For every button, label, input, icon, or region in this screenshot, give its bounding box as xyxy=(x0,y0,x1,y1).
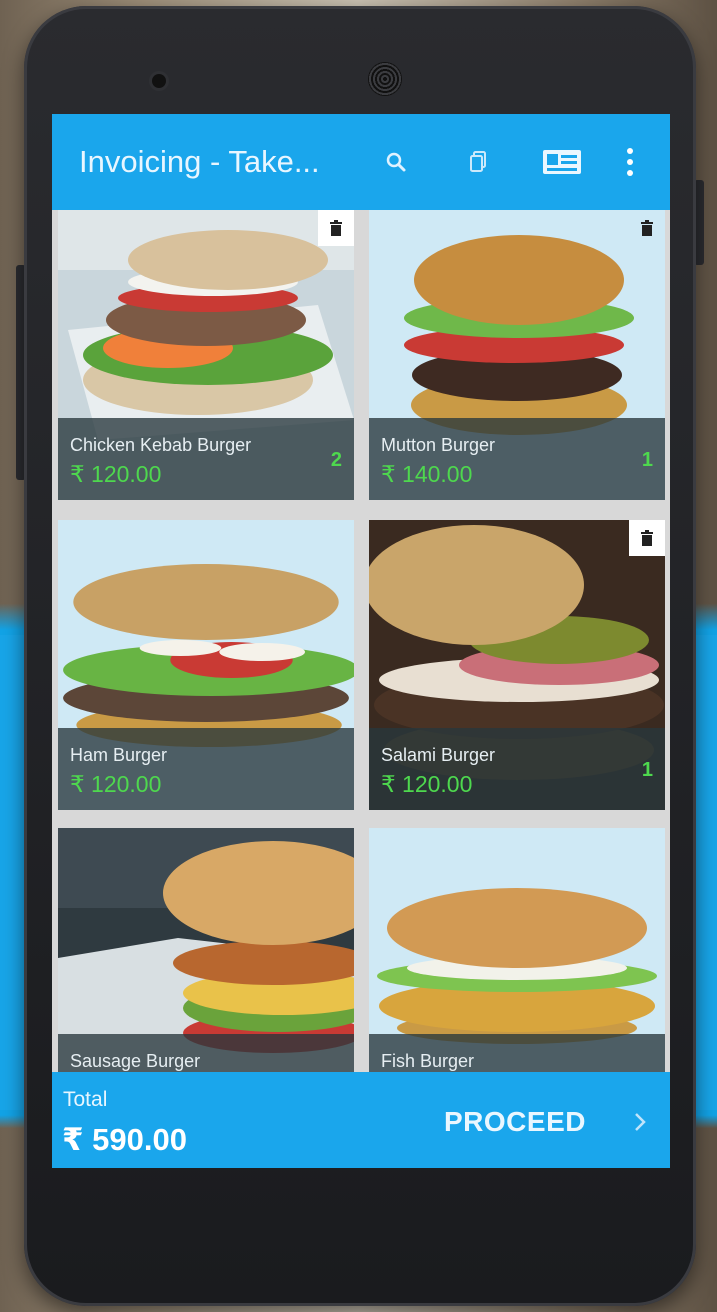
trash-icon xyxy=(641,530,653,546)
delete-button[interactable] xyxy=(629,520,665,556)
copy-button[interactable] xyxy=(462,144,494,180)
product-name: Sausage Burger xyxy=(70,1051,201,1071)
product-tile[interactable]: Fish Burger xyxy=(369,828,665,1072)
product-name: Chicken Kebab Burger xyxy=(70,435,252,455)
product-price: ₹ 120.00 xyxy=(381,771,473,797)
search-icon xyxy=(386,152,406,172)
checkout-bar: Total ₹ 590.00 PROCEED xyxy=(52,1072,670,1168)
product-name: Ham Burger xyxy=(70,745,168,765)
product-tile[interactable]: Ham Burger ₹ 120.00 xyxy=(58,520,354,810)
delete-button[interactable] xyxy=(318,210,354,246)
front-camera xyxy=(152,74,166,88)
product-name: Fish Burger xyxy=(381,1051,475,1071)
delete-button[interactable] xyxy=(629,210,665,246)
product-tile[interactable]: Chicken Kebab Burger ₹ 120.00 2 xyxy=(58,210,354,500)
product-quantity: 1 xyxy=(641,759,653,781)
product-price: ₹ 120.00 xyxy=(70,771,162,797)
trash-icon xyxy=(641,220,653,236)
product-tile[interactable]: Salami Burger ₹ 120.00 1 xyxy=(369,520,665,810)
product-quantity: 2 xyxy=(330,449,342,471)
product-grid: Chicken Kebab Burger ₹ 120.00 2 Mutton B… xyxy=(52,210,670,1072)
overflow-menu-button[interactable] xyxy=(618,144,642,180)
product-name: Mutton Burger xyxy=(381,435,496,455)
product-name: Salami Burger xyxy=(381,745,496,765)
product-price: ₹ 120.00 xyxy=(70,461,162,487)
search-button[interactable] xyxy=(380,144,412,180)
earpiece-speaker xyxy=(368,62,402,96)
copy-icon xyxy=(470,151,486,172)
more-vert-icon xyxy=(627,148,633,176)
card-icon xyxy=(543,150,581,174)
chevron-right-icon[interactable] xyxy=(633,1110,647,1134)
phone-chin xyxy=(52,1168,670,1278)
proceed-button[interactable]: PROCEED xyxy=(444,1106,586,1138)
product-price: ₹ 140.00 xyxy=(381,461,473,487)
total-amount: ₹ 590.00 xyxy=(62,1122,187,1157)
page-title: Invoicing - Take... xyxy=(79,144,320,179)
product-tile[interactable]: Sausage Burger xyxy=(58,828,354,1072)
total-label: Total xyxy=(63,1088,108,1111)
product-tile[interactable]: Mutton Burger ₹ 140.00 1 xyxy=(369,210,665,500)
app-screen: Invoicing - Take... Chicken Kebab Burger… xyxy=(52,114,670,1168)
product-quantity: 1 xyxy=(641,449,653,471)
trash-icon xyxy=(330,220,342,236)
invoice-card-button[interactable] xyxy=(540,144,584,180)
app-bar: Invoicing - Take... xyxy=(52,114,670,210)
